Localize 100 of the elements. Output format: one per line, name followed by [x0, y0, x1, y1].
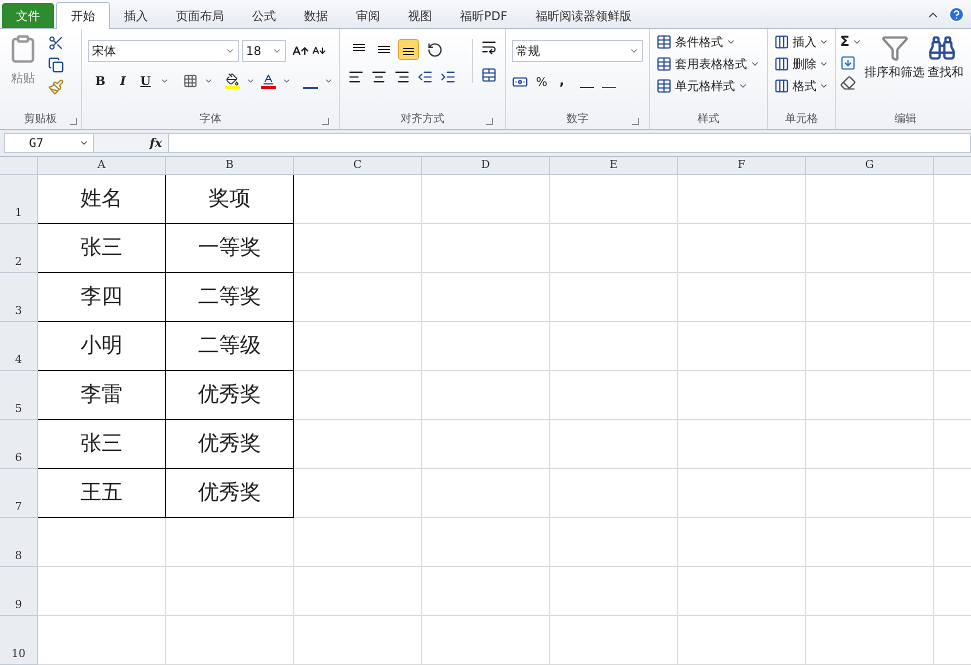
row-header[interactable]: 8 — [0, 518, 38, 567]
merge-cells-icon[interactable] — [481, 67, 497, 83]
dialog-launcher-icon[interactable] — [70, 118, 77, 125]
table-cell[interactable] — [678, 420, 806, 469]
column-header[interactable]: F — [678, 157, 806, 174]
underline-button[interactable]: U — [137, 72, 154, 90]
table-cell[interactable] — [806, 567, 934, 616]
table-cell[interactable]: 姓名 — [38, 175, 166, 224]
font-name-field[interactable]: 宋体 — [88, 40, 239, 62]
format-painter-icon[interactable] — [48, 79, 64, 95]
table-cell[interactable] — [422, 518, 550, 567]
sort-filter-button[interactable]: 排序和筛选 — [864, 63, 925, 81]
column-header[interactable]: D — [422, 157, 550, 174]
table-cell[interactable] — [678, 224, 806, 273]
table-cell[interactable] — [166, 567, 294, 616]
row-header[interactable]: 2 — [0, 224, 38, 273]
table-cell[interactable] — [678, 469, 806, 518]
table-cell[interactable] — [806, 420, 934, 469]
find-button[interactable]: 查找和 — [928, 63, 964, 81]
copy-icon[interactable] — [48, 57, 64, 73]
decrease-indent-icon[interactable] — [417, 69, 433, 85]
table-cell[interactable] — [294, 420, 422, 469]
table-cell[interactable]: 小明 — [38, 322, 166, 371]
table-cell[interactable] — [294, 322, 422, 371]
table-cell[interactable] — [422, 371, 550, 420]
align-center-icon[interactable] — [371, 69, 387, 85]
table-cell[interactable] — [294, 273, 422, 322]
table-cell[interactable]: 二等奖 — [166, 273, 294, 322]
ribbon-tab[interactable]: 插入 — [110, 3, 162, 28]
table-cell[interactable] — [294, 175, 422, 224]
table-cell[interactable] — [550, 273, 678, 322]
cells-menu-button[interactable]: 插入 — [774, 33, 829, 51]
orientation-icon[interactable] — [427, 42, 443, 58]
table-cell[interactable]: 优秀奖 — [166, 469, 294, 518]
row-header[interactable]: 3 — [0, 273, 38, 322]
table-cell[interactable] — [550, 420, 678, 469]
table-cell[interactable] — [422, 175, 550, 224]
table-cell[interactable] — [550, 322, 678, 371]
font-size-field[interactable]: 18 — [242, 40, 286, 62]
increase-indent-icon[interactable] — [440, 69, 456, 85]
style-menu-button[interactable]: 套用表格格式 — [656, 55, 761, 73]
table-cell[interactable] — [678, 175, 806, 224]
table-cell[interactable] — [678, 567, 806, 616]
table-cell[interactable] — [806, 224, 934, 273]
fill-icon[interactable] — [840, 55, 856, 71]
row-header[interactable]: 5 — [0, 371, 38, 420]
font-color-icon[interactable] — [261, 73, 276, 89]
row-header[interactable]: 7 — [0, 469, 38, 518]
table-cell[interactable] — [550, 224, 678, 273]
wrap-text-icon[interactable] — [481, 39, 497, 55]
dialog-launcher-icon[interactable] — [486, 118, 493, 125]
help-icon[interactable] — [948, 6, 965, 23]
row-header[interactable]: 1 — [0, 175, 38, 224]
table-cell[interactable] — [294, 518, 422, 567]
column-header[interactable]: G — [806, 157, 934, 174]
table-cell[interactable] — [806, 469, 934, 518]
cut-icon[interactable] — [48, 35, 64, 51]
table-cell[interactable] — [678, 273, 806, 322]
table-cell[interactable] — [294, 616, 422, 665]
dialog-launcher-icon[interactable] — [322, 118, 329, 125]
table-cell[interactable] — [422, 469, 550, 518]
fill-color-icon[interactable] — [225, 73, 240, 89]
table-cell[interactable] — [678, 322, 806, 371]
percent-button[interactable]: % — [536, 72, 548, 91]
table-cell[interactable] — [38, 616, 166, 665]
name-box[interactable]: G7 — [4, 133, 94, 153]
table-cell[interactable]: 优秀奖 — [166, 420, 294, 469]
column-header[interactable]: A — [38, 157, 166, 174]
ribbon-tab[interactable]: 数据 — [290, 3, 342, 28]
table-cell[interactable]: 优秀奖 — [166, 371, 294, 420]
table-cell[interactable]: 李雷 — [38, 371, 166, 420]
table-cell[interactable]: 王五 — [38, 469, 166, 518]
table-cell[interactable] — [550, 175, 678, 224]
table-cell[interactable] — [422, 322, 550, 371]
row-header[interactable]: 4 — [0, 322, 38, 371]
dialog-launcher-icon[interactable] — [632, 118, 639, 125]
table-cell[interactable] — [678, 616, 806, 665]
table-cell[interactable] — [550, 616, 678, 665]
style-menu-button[interactable]: 单元格样式 — [656, 77, 761, 95]
table-cell[interactable] — [678, 371, 806, 420]
eraser-icon[interactable] — [840, 75, 856, 91]
table-cell[interactable] — [550, 518, 678, 567]
table-cell[interactable] — [422, 273, 550, 322]
ribbon-tab[interactable]: 福昕阅读器领鲜版 — [521, 3, 646, 28]
ribbon-tab[interactable]: 公式 — [238, 3, 290, 28]
table-cell[interactable] — [806, 616, 934, 665]
table-cell[interactable] — [166, 518, 294, 567]
table-cell[interactable] — [422, 616, 550, 665]
column-header[interactable]: B — [166, 157, 294, 174]
row-header[interactable]: 10 — [0, 616, 38, 665]
table-cell[interactable] — [294, 469, 422, 518]
table-cell[interactable] — [294, 567, 422, 616]
row-header[interactable]: 6 — [0, 420, 38, 469]
italic-button[interactable]: I — [114, 72, 132, 90]
table-cell[interactable] — [422, 224, 550, 273]
table-cell[interactable] — [806, 273, 934, 322]
table-cell[interactable]: 一等奖 — [166, 224, 294, 273]
table-cell[interactable] — [422, 420, 550, 469]
table-cell[interactable]: 李四 — [38, 273, 166, 322]
comma-button[interactable]: , — [555, 72, 568, 92]
